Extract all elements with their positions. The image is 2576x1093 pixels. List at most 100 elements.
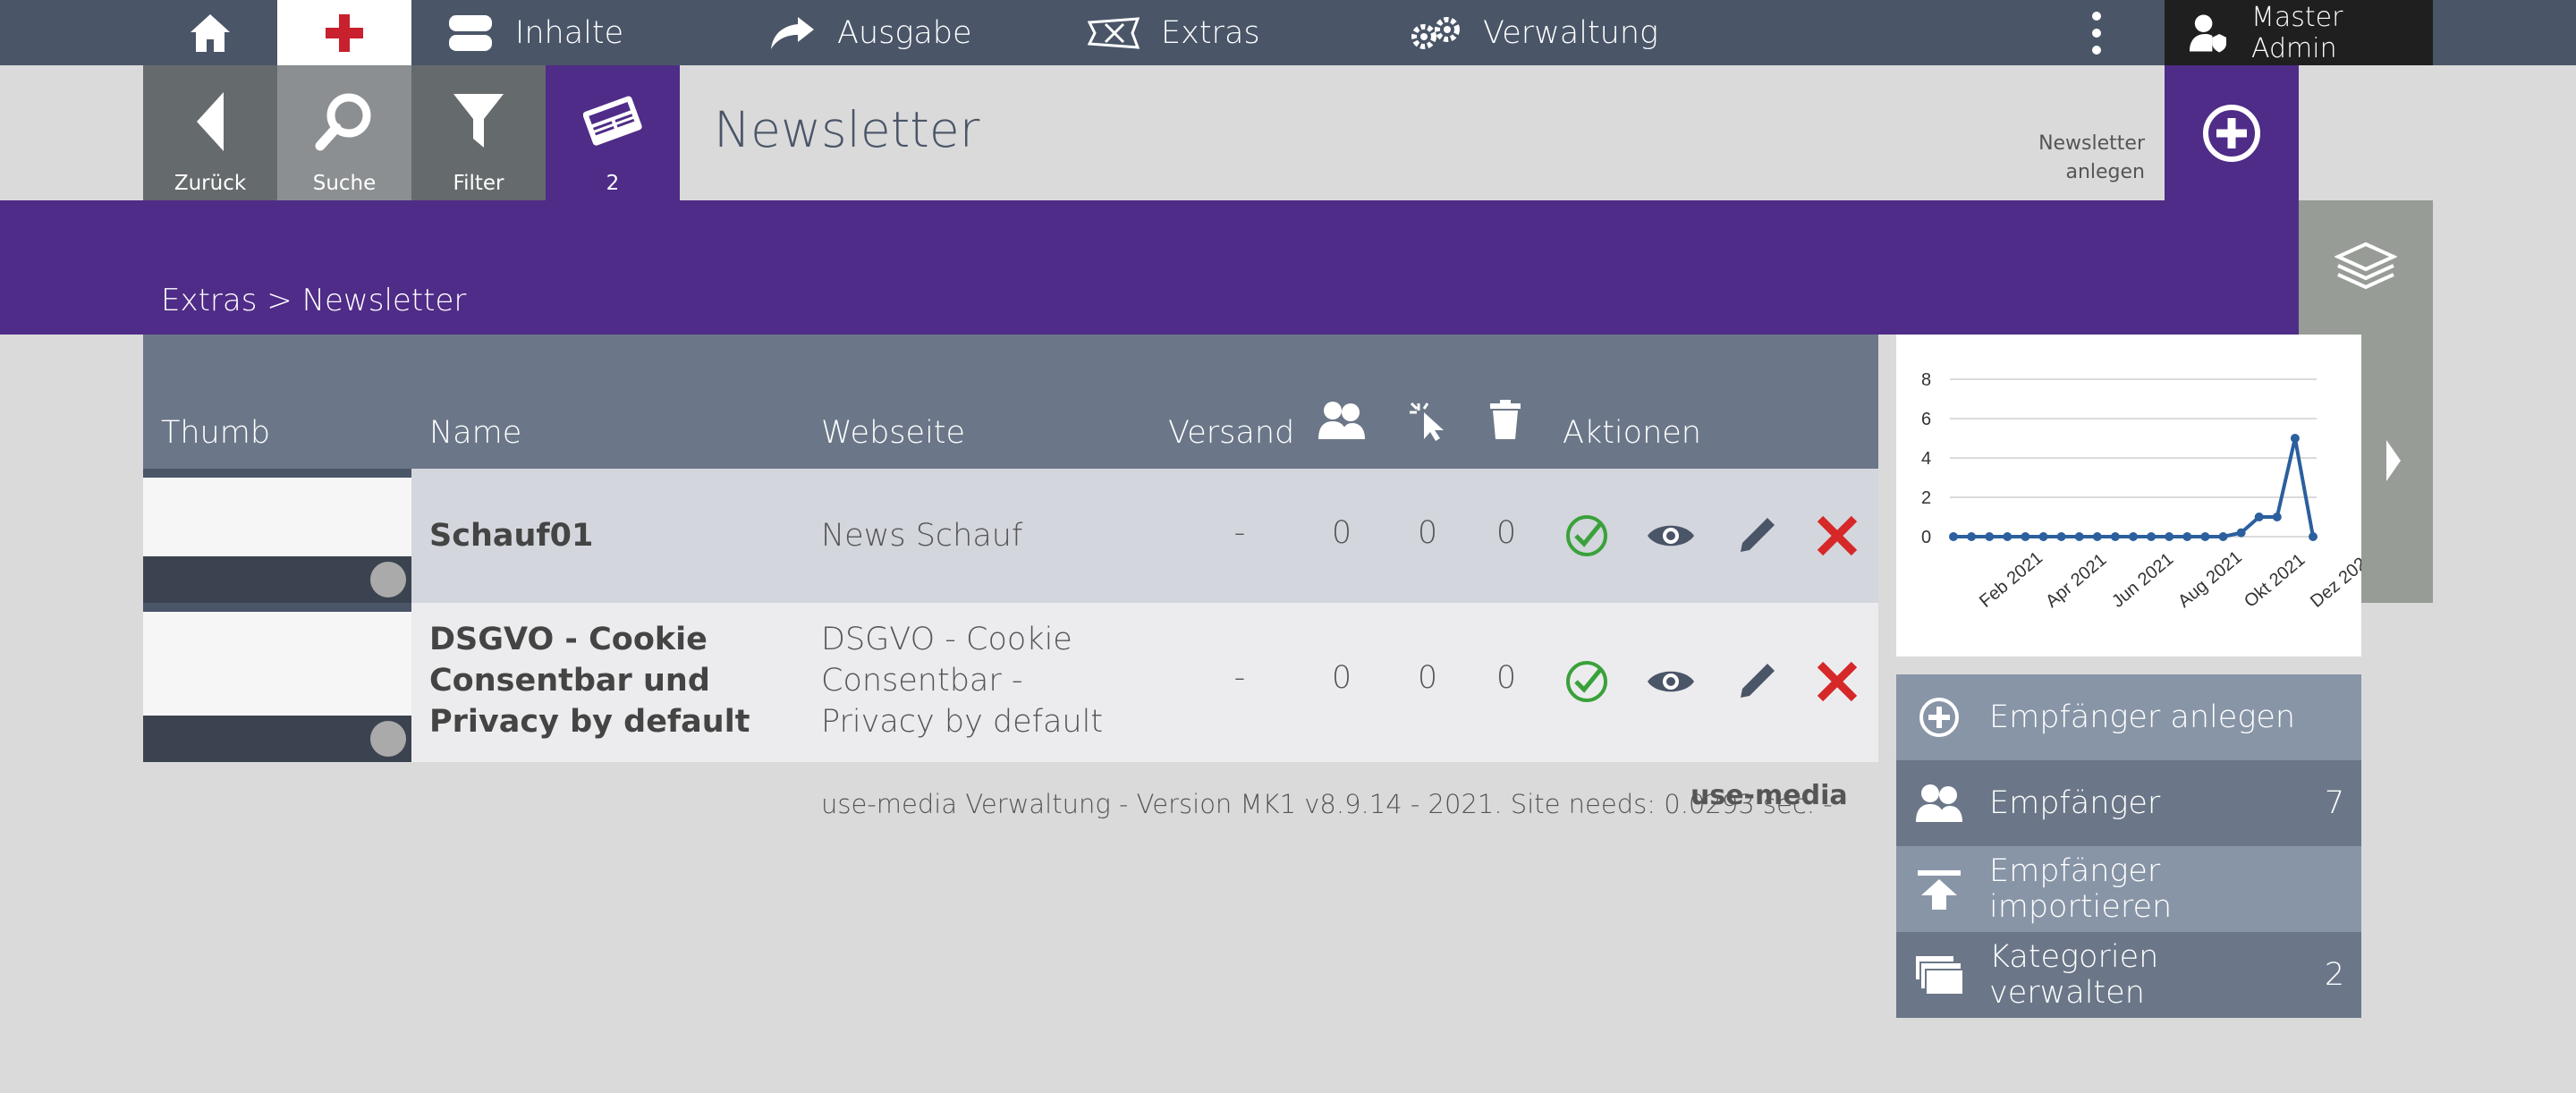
data-point [2290, 434, 2300, 443]
filter-label: Filter [453, 172, 504, 195]
plus-circle-icon [1896, 697, 1982, 738]
user-shield-icon [2189, 13, 2227, 53]
thumbnail-preview [143, 603, 411, 762]
new-newsletter-label: Newsletter anlegen [2038, 130, 2145, 187]
layers-icon [2334, 241, 2397, 290]
page-title: Newsletter [714, 101, 980, 158]
data-point [2092, 532, 2102, 541]
pencil-icon [1741, 664, 1775, 698]
nav-item-extras[interactable]: Extras [1088, 0, 1260, 65]
more-menu-button[interactable] [2072, 0, 2122, 65]
upload-icon [1896, 868, 1982, 910]
menu-count: 7 [2324, 785, 2345, 821]
users-icon [1896, 783, 1982, 824]
newsletter-thumbnail[interactable] [143, 603, 411, 762]
thumb-header-bar [143, 603, 411, 612]
plus-circle-icon [2203, 104, 2260, 162]
trash-column-icon [1488, 400, 1522, 447]
home-icon [191, 13, 230, 52]
recipients-column-icon [1317, 400, 1367, 449]
breadcrumb: Extras > Newsletter [161, 283, 467, 318]
y-tick-label: 0 [1921, 528, 1931, 547]
recipients-button[interactable]: Empfänger 7 [1896, 760, 2361, 846]
menu-label: Empfänger anlegen [1989, 699, 2296, 735]
newsletter-table: Thumb Name Webseite Versand Aktionen Sch… [143, 335, 1878, 762]
top-navigation: Inhalte Ausgabe Extras Verwaltung Master… [0, 0, 2576, 65]
footer-text: use-media Verwaltung - Version MK1 v8.9.… [821, 789, 1833, 819]
edit-button[interactable] [1730, 655, 1784, 708]
data-point [2129, 532, 2138, 541]
table-row: DSGVO - Cookie Consentbar und Privacy by… [143, 603, 1878, 762]
preview-button[interactable] [1644, 655, 1698, 708]
x-tick-label: Aug 2021 [2174, 547, 2246, 612]
data-point [2056, 532, 2066, 541]
refresh-icon [370, 562, 406, 597]
quick-add-nav-button[interactable] [277, 0, 411, 65]
data-point [1985, 532, 1995, 541]
newsletter-module-button[interactable]: 2 [546, 65, 680, 200]
vertical-dots-icon [2092, 11, 2101, 55]
chevron-right-icon [2386, 440, 2401, 481]
thumbnail-preview [143, 469, 411, 603]
stacked-folders-icon [1896, 954, 1982, 996]
new-label-line: Newsletter [2038, 132, 2145, 155]
x-tick-label: Dez 2021 [2307, 547, 2361, 612]
back-label: Zurück [174, 172, 247, 195]
data-point [2200, 532, 2210, 541]
nav-item-ausgabe[interactable]: Ausgabe [769, 0, 972, 65]
search-label: Suche [312, 172, 377, 195]
add-recipient-button[interactable]: Empfänger anlegen [1896, 674, 2361, 760]
edit-button[interactable] [1730, 509, 1784, 563]
newsletter-website: News Schauf [821, 518, 1023, 554]
chevron-left-icon [197, 92, 224, 151]
newsletter-name[interactable]: Schauf01 [429, 515, 805, 556]
pencil-icon [1741, 518, 1775, 552]
thumb-header-bar [143, 469, 411, 478]
nav-item-verwaltung[interactable]: Verwaltung [1410, 0, 1658, 65]
newsletter-name[interactable]: DSGVO - Cookie Consentbar und Privacy by… [429, 619, 805, 742]
data-point [2254, 513, 2264, 521]
versand-value: - [1233, 660, 1246, 696]
nav-item-label: Ausgabe [837, 14, 972, 51]
x-tick-label: Jun 2021 [2108, 549, 2177, 612]
close-icon [1817, 515, 1858, 556]
statistics-chart: 0 2 4 6 8 Feb 2021 Apr 2021 Jun 2021 Aug 2021 Okt… [1896, 335, 2361, 657]
menu-label: Empfänger [1989, 785, 2161, 821]
newsletter-count: 2 [606, 172, 620, 195]
back-button[interactable]: Zurück [143, 65, 277, 200]
data-point [2272, 513, 2282, 521]
new-newsletter-button[interactable] [2165, 65, 2299, 200]
column-header-versand[interactable]: Versand [1168, 415, 1294, 451]
data-point [2218, 532, 2228, 541]
data-point [2147, 532, 2157, 541]
search-button[interactable]: Suche [277, 65, 411, 200]
home-nav-button[interactable] [143, 0, 277, 65]
menu-label: Kategorien verwalten [1989, 939, 2159, 1011]
use-media-logo[interactable]: use-media [1690, 780, 1848, 811]
expand-panel-button[interactable] [2385, 440, 2402, 485]
user-menu[interactable]: Master Admin [2165, 0, 2433, 65]
y-tick-label: 2 [1921, 488, 1931, 508]
nav-item-inhalte[interactable]: Inhalte [447, 0, 623, 65]
data-point [2165, 532, 2174, 541]
send-check-button[interactable] [1560, 655, 1614, 708]
column-header-website[interactable]: Webseite [821, 415, 965, 451]
delete-button[interactable] [1810, 655, 1864, 708]
layers-button[interactable] [2299, 200, 2433, 335]
close-icon [1817, 661, 1858, 702]
search-icon [315, 93, 371, 151]
manage-categories-button[interactable]: Kategorien verwalten 2 [1896, 932, 2361, 1018]
refresh-icon [370, 721, 406, 757]
deleted-count: 0 [1496, 515, 1517, 551]
import-recipients-button[interactable]: Empfänger importieren [1896, 846, 2361, 932]
delete-button[interactable] [1810, 509, 1864, 563]
recipients-count: 0 [1331, 660, 1352, 696]
column-header-name[interactable]: Name [429, 415, 521, 451]
data-point [1949, 532, 1958, 541]
series-line [1953, 437, 2315, 538]
newsletter-thumbnail[interactable] [143, 469, 411, 603]
preview-button[interactable] [1644, 509, 1698, 563]
newsletter-icon [583, 96, 642, 146]
send-check-button[interactable] [1560, 509, 1614, 563]
filter-button[interactable]: Filter [411, 65, 546, 200]
